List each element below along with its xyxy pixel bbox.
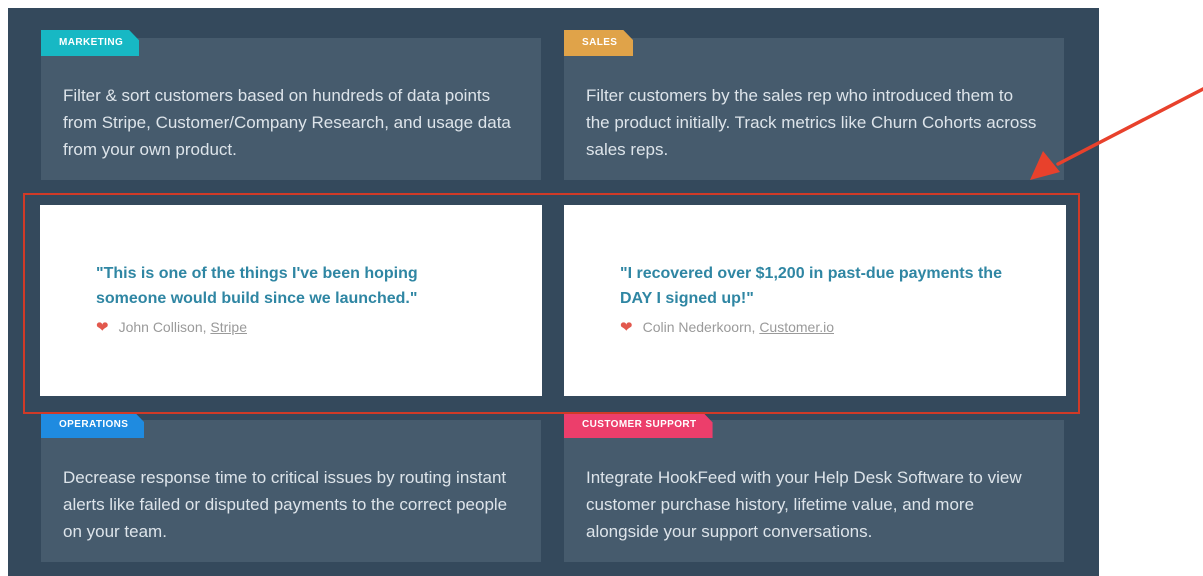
red-arrow-annotation [1030, 87, 1203, 180]
